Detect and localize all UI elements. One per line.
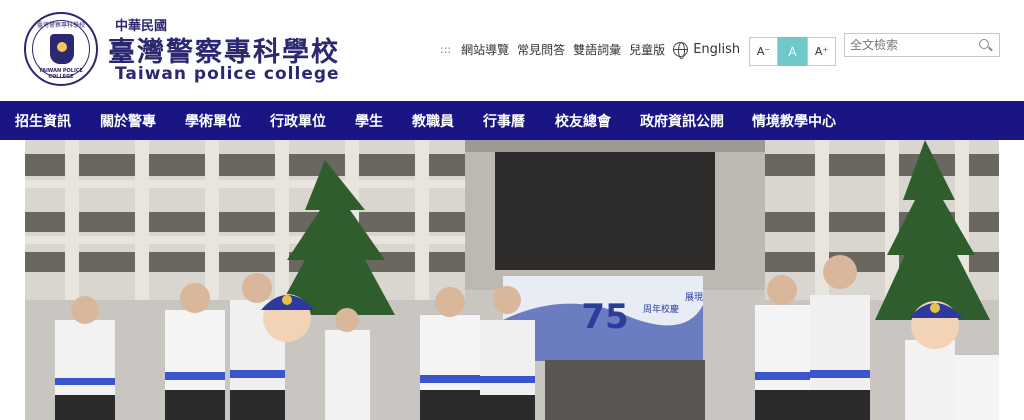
logo-english-name: Taiwan police college — [115, 64, 340, 84]
accesskey-marker[interactable]: ::: — [440, 43, 451, 56]
page: 臺灣警察專科學校 TAIWAN POLICE COLLEGE 中華民國 臺灣警察… — [0, 0, 1024, 420]
font-size-controls: A⁻ A A⁺ — [749, 37, 836, 66]
hero-photo: 75 周年校慶 展現 — [25, 140, 999, 420]
hero-banner-image[interactable]: 75 周年校慶 展現 — [25, 140, 999, 420]
search-input[interactable] — [845, 34, 971, 56]
kids-version-link[interactable]: 兒童版 — [629, 41, 665, 58]
nav-item-simulation-center[interactable]: 情境教學中心 — [752, 101, 836, 140]
banner-anniversary-number: 75 — [581, 297, 628, 337]
sitemap-link[interactable]: 網站導覽 — [461, 41, 509, 58]
globe-icon — [673, 41, 689, 59]
school-seal-logo[interactable]: 臺灣警察專科學校 TAIWAN POLICE COLLEGE — [24, 12, 98, 86]
nav-item-calendar[interactable]: 行事曆 — [483, 101, 525, 140]
font-medium-button[interactable]: A — [778, 37, 807, 66]
bilingual-glossary-link[interactable]: 雙語詞彙 — [573, 41, 621, 58]
nav-item-students[interactable]: 學生 — [355, 101, 383, 140]
font-small-button[interactable]: A⁻ — [749, 37, 778, 66]
nav-item-about[interactable]: 關於警專 — [100, 101, 156, 140]
main-nav: 招生資訊 關於警專 學術單位 行政單位 學生 教職員 行事曆 校友總會 政府資訊… — [0, 101, 1024, 140]
banner-anniversary-text: 周年校慶 — [643, 303, 679, 315]
search-box — [844, 33, 1000, 57]
font-large-button[interactable]: A⁺ — [807, 37, 836, 66]
nav-item-admissions[interactable]: 招生資訊 — [15, 101, 71, 140]
banner-side-text: 展現 — [685, 292, 703, 303]
site-header: 臺灣警察專科學校 TAIWAN POLICE COLLEGE 中華民國 臺灣警察… — [0, 0, 1024, 101]
nav-item-academic-units[interactable]: 學術單位 — [185, 101, 241, 140]
faq-link[interactable]: 常見問答 — [517, 41, 565, 58]
nav-item-administrative-units[interactable]: 行政單位 — [270, 101, 326, 140]
search-icon[interactable] — [979, 39, 989, 49]
nav-item-open-government[interactable]: 政府資訊公開 — [640, 101, 724, 140]
police-badge-icon — [50, 34, 74, 64]
english-link[interactable]: English — [693, 42, 740, 57]
nav-item-faculty[interactable]: 教職員 — [412, 101, 454, 140]
nav-item-alumni[interactable]: 校友總會 — [555, 101, 611, 140]
utility-links: ::: 網站導覽 常見問答 雙語詞彙 兒童版 English — [440, 40, 740, 59]
seal-text-bottom: TAIWAN POLICE COLLEGE — [39, 68, 83, 80]
